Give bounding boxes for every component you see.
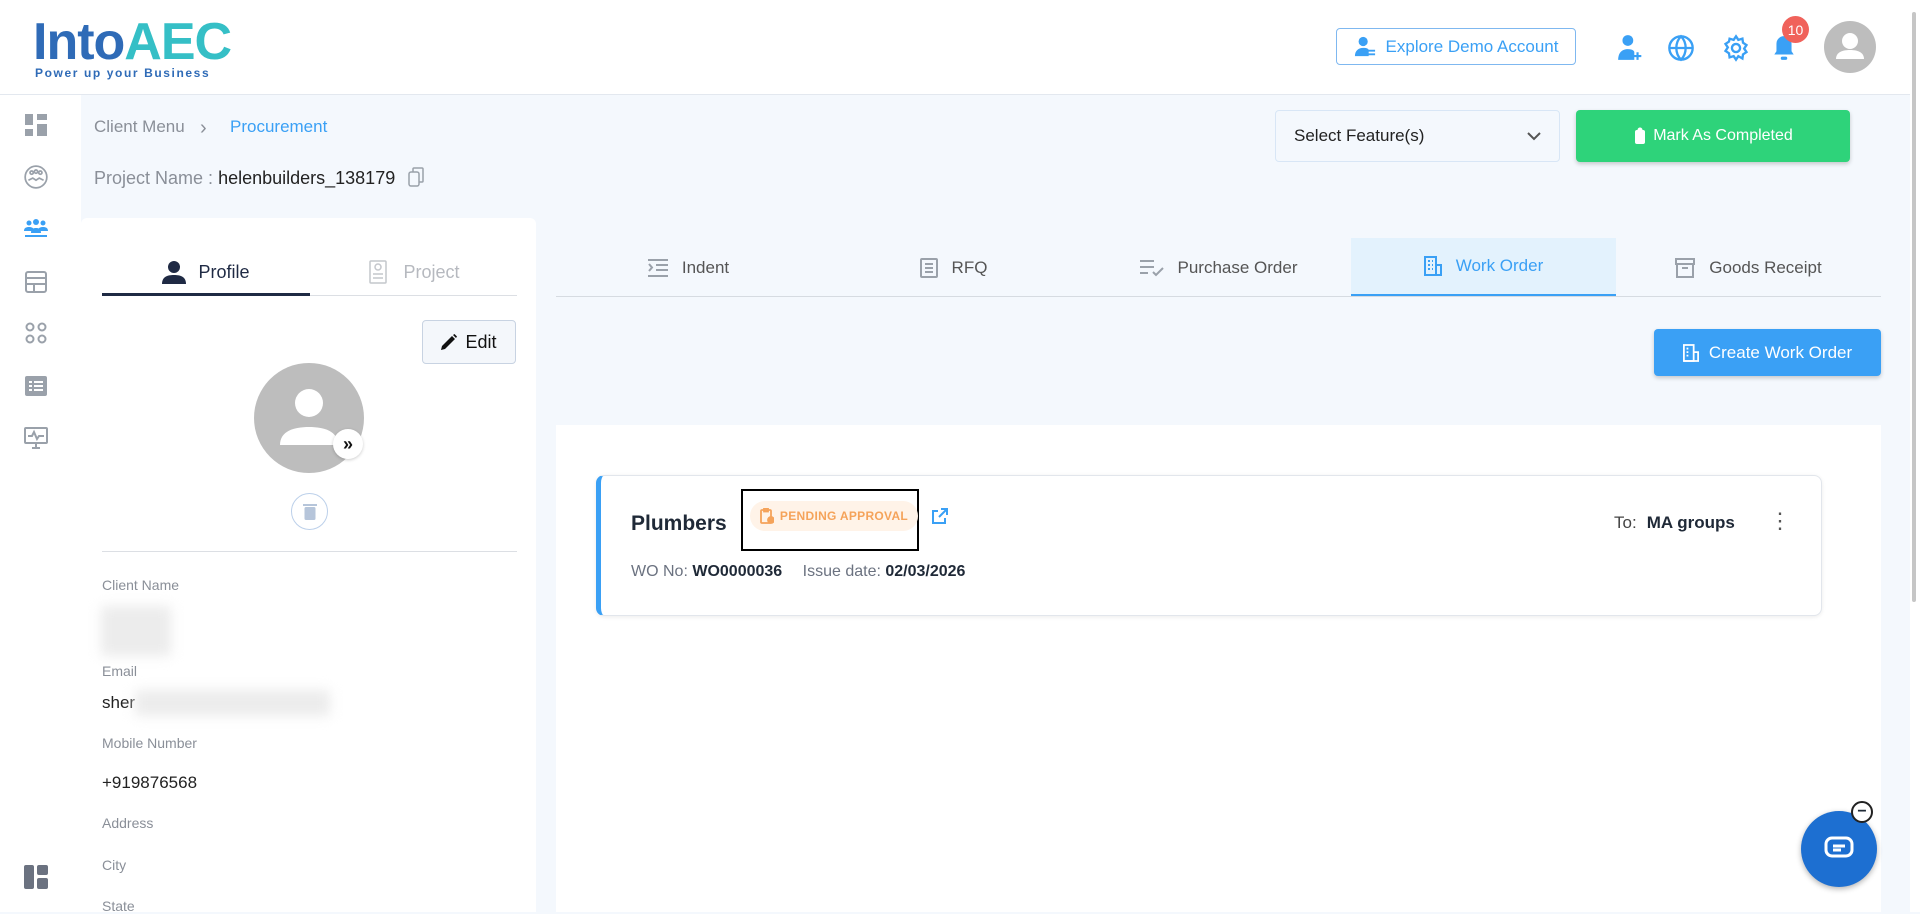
monitor-activity-icon[interactable] xyxy=(22,424,50,452)
left-sidebar xyxy=(0,95,81,912)
tab-work-order-label: Work Order xyxy=(1455,256,1544,275)
edit-profile-button[interactable]: Edit xyxy=(422,320,516,364)
billing-table-icon[interactable] xyxy=(22,268,50,296)
email-value: sher xyxy=(102,693,136,712)
explore-label: Explore Demo Account xyxy=(1385,36,1559,56)
logo-tagline: Power up your Business xyxy=(35,66,211,80)
more-options-kebab-icon[interactable]: ⋮ xyxy=(1769,508,1791,534)
layout-panel-icon[interactable] xyxy=(22,863,50,891)
clipboard-clock-icon xyxy=(760,508,774,524)
chevron-right-icon: › xyxy=(200,117,207,139)
notification-count-badge: 10 xyxy=(1782,16,1809,43)
wo-number-label: WO No: xyxy=(631,563,688,580)
team-users-icon[interactable] xyxy=(22,215,50,243)
list-icon[interactable] xyxy=(22,372,50,400)
select-feature-dropdown[interactable]: Select Feature(s) xyxy=(1275,110,1560,162)
globe-icon[interactable] xyxy=(1666,33,1696,63)
user-avatar[interactable] xyxy=(1824,21,1876,73)
indent-icon xyxy=(647,258,668,277)
add-user-icon[interactable] xyxy=(1615,33,1645,63)
breadcrumb-procurement[interactable]: Procurement xyxy=(230,117,327,137)
breadcrumb-client-menu[interactable]: Client Menu xyxy=(94,117,185,137)
mark-as-completed-button[interactable]: Mark As Completed xyxy=(1576,110,1850,162)
tab-project[interactable]: Project xyxy=(310,248,517,296)
project-name-label: Project Name : xyxy=(94,168,214,188)
chat-bubble-icon xyxy=(1824,836,1854,858)
tab-profile-label: Profile xyxy=(198,261,250,282)
active-tab-indicator xyxy=(102,293,310,296)
to-label: To: xyxy=(1614,513,1637,532)
create-work-order-label: Create Work Order xyxy=(1708,342,1853,362)
work-order-title: Plumbers xyxy=(631,512,727,535)
checklist-icon xyxy=(1139,259,1164,276)
project-document-icon xyxy=(369,260,388,284)
work-order-recipient: To: MA groups xyxy=(1614,513,1735,533)
tab-purchase-order[interactable]: Purchase Order xyxy=(1086,238,1351,297)
mobile-number-value: +919876568 xyxy=(102,773,198,792)
tab-indent[interactable]: Indent xyxy=(556,238,821,297)
project-name-value: helenbuilders_138179 xyxy=(218,168,396,188)
to-value: MA groups xyxy=(1646,513,1735,532)
tab-project-label: Project xyxy=(403,261,460,282)
work-order-card[interactable]: Plumbers PENDING APPROVAL WO No: WO00000… xyxy=(596,475,1822,616)
pencil-icon xyxy=(441,334,458,350)
explore-demo-account-button[interactable]: Explore Demo Account xyxy=(1336,28,1576,65)
city-label: City xyxy=(102,857,127,873)
email-label: Email xyxy=(102,663,138,679)
mobile-number-label: Mobile Number xyxy=(102,735,197,751)
client-name-label: Client Name xyxy=(102,577,180,593)
external-link-icon[interactable] xyxy=(931,508,948,525)
tab-work-order[interactable]: Work Order xyxy=(1351,238,1616,297)
work-order-building-icon xyxy=(1423,256,1442,276)
select-feature-placeholder: Select Feature(s) xyxy=(1294,126,1425,145)
profile-divider xyxy=(102,551,517,552)
tab-goods-receipt[interactable]: Goods Receipt xyxy=(1616,238,1881,297)
person-icon xyxy=(162,261,187,284)
address-label: Address xyxy=(102,815,154,831)
work-order-building-icon xyxy=(1682,343,1699,362)
client-name-redacted xyxy=(101,606,171,656)
status-label: PENDING APPROVAL xyxy=(779,509,909,523)
tabs-divider xyxy=(556,296,1881,297)
clients-handshake-icon[interactable] xyxy=(22,163,50,191)
tab-rfq-label: RFQ xyxy=(951,257,988,277)
delete-avatar-trash-icon[interactable] xyxy=(291,493,328,530)
minimize-chat-icon[interactable]: − xyxy=(1851,801,1873,823)
archive-box-icon xyxy=(1675,257,1696,278)
email-redacted xyxy=(135,690,330,716)
rfq-list-icon xyxy=(919,257,938,278)
tab-goods-receipt-label: Goods Receipt xyxy=(1709,257,1822,277)
tab-purchase-order-label: Purchase Order xyxy=(1177,257,1298,277)
top-header: IntoAEC Power up your Business Explore D… xyxy=(0,0,1910,95)
edit-label: Edit xyxy=(465,331,497,352)
task-icon xyxy=(1635,127,1646,144)
status-badge: PENDING APPROVAL xyxy=(750,501,918,531)
work-order-meta: WO No: WO0000036 Issue date: 02/03/2026 xyxy=(631,563,965,581)
mark-completed-label: Mark As Completed xyxy=(1653,127,1793,144)
copy-icon[interactable] xyxy=(408,167,424,187)
client-profile-panel: Profile Project Edit » Client Name Email… xyxy=(81,218,536,914)
user-switch-icon xyxy=(1354,36,1375,56)
page-scrollbar[interactable] xyxy=(1910,0,1920,912)
chevron-down-icon xyxy=(1527,131,1541,140)
tab-profile[interactable]: Profile xyxy=(102,248,310,296)
modules-icon[interactable] xyxy=(22,319,50,347)
issue-date-value: 02/03/2026 xyxy=(885,563,966,580)
intoaec-logo[interactable]: IntoAEC Power up your Business xyxy=(33,8,232,80)
project-name: Project Name : helenbuilders_138179 xyxy=(94,167,424,189)
create-work-order-button[interactable]: Create Work Order xyxy=(1654,329,1881,376)
issue-date-label: Issue date: xyxy=(802,563,881,580)
tab-rfq[interactable]: RFQ xyxy=(821,238,1086,297)
settings-gear-icon[interactable] xyxy=(1721,33,1751,63)
change-avatar-forward-icon[interactable]: » xyxy=(333,429,363,459)
wo-number-value: WO0000036 xyxy=(692,563,783,580)
dashboard-icon[interactable] xyxy=(22,111,50,139)
tab-indent-label: Indent xyxy=(681,257,730,277)
